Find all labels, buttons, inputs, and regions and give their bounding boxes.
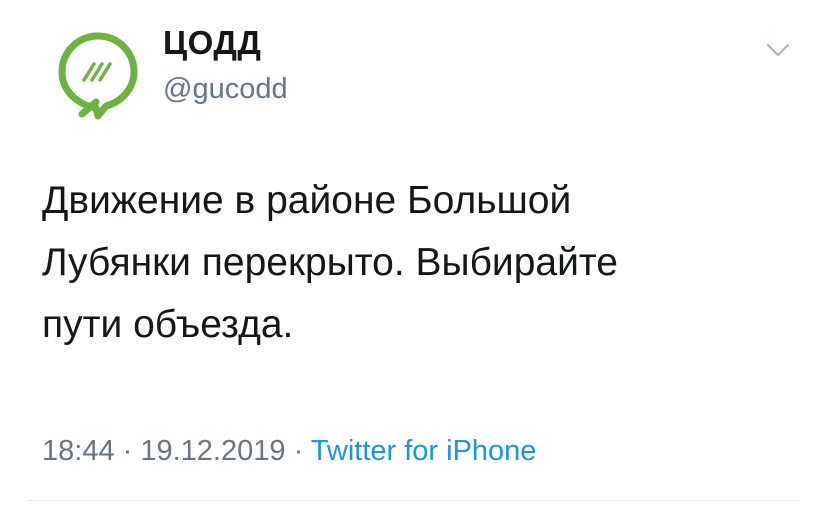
tweet-text-line: Движение в районе Большой: [42, 179, 572, 222]
author-name[interactable]: ЦОДД: [163, 24, 261, 62]
meta-separator: ·: [285, 435, 311, 467]
author-handle[interactable]: @gucodd: [163, 73, 288, 106]
divider: [28, 500, 800, 501]
tweet-text-line: пути объезда.: [42, 303, 294, 346]
tweet-time[interactable]: 18:44: [42, 435, 115, 467]
tweet-text-line: Лубянки перекрыто. Выбирайте: [42, 241, 618, 284]
tweet-date[interactable]: 19.12.2019: [140, 435, 285, 467]
tweet-card: ЦОДД @gucodd Движение в районе Большой Л…: [0, 0, 828, 508]
chevron-down-icon[interactable]: [764, 40, 792, 60]
tweet-meta: 18:44 · 19.12.2019 · Twitter for iPhone: [42, 435, 536, 468]
tweet-source-link[interactable]: Twitter for iPhone: [311, 435, 537, 467]
tweet-text: Движение в районе Большой Лубянки перекр…: [42, 170, 782, 356]
avatar[interactable]: [52, 28, 144, 120]
codd-logo-icon: [58, 32, 138, 120]
meta-separator: ·: [114, 435, 141, 467]
